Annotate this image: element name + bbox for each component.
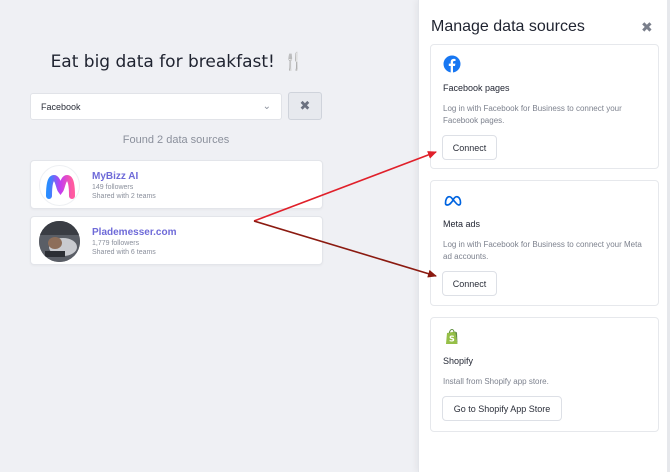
fork-knife-icon: 🍴: [283, 52, 305, 72]
manage-data-sources-panel: Manage data sources ✖ Facebook pages Log…: [418, 0, 670, 472]
avatar: [39, 221, 80, 262]
meta-icon: [444, 195, 462, 206]
connect-facebook-button[interactable]: Connect: [442, 135, 497, 160]
main-area: Eat big data for breakfast! 🍴 Facebook ⌄…: [0, 0, 418, 472]
select-value: Facebook: [41, 101, 81, 112]
source-type-select[interactable]: Facebook ⌄: [30, 93, 282, 120]
mybizz-logo-icon: [46, 174, 75, 199]
source-followers: 149 followers: [92, 184, 134, 191]
chevron-down-icon: ⌄: [262, 101, 271, 112]
avatar: [39, 165, 80, 206]
data-source-name: Meta ads: [443, 219, 481, 229]
source-followers: 1,779 followers: [92, 240, 140, 247]
page-headline: Eat big data for breakfast! 🍴: [0, 52, 355, 72]
source-name[interactable]: Plademesser.com: [92, 227, 177, 238]
plademesser-photo: [39, 221, 80, 262]
clear-button[interactable]: ✖: [288, 92, 322, 120]
panel-title: Manage data sources: [431, 18, 585, 35]
svg-text:S: S: [449, 335, 455, 344]
close-icon[interactable]: ✖: [641, 19, 653, 36]
data-source-card-facebook: Facebook pages Log in with Facebook for …: [430, 44, 659, 169]
facebook-icon: [443, 55, 461, 73]
data-source-description: Log in with Facebook for Business to con…: [443, 104, 622, 125]
data-source-name: Facebook pages: [443, 83, 510, 93]
data-source-description: Install from Shopify app store.: [443, 377, 549, 386]
data-source-card-meta: Meta ads Log in with Facebook for Busine…: [430, 180, 659, 306]
source-shared: Shared with 2 teams: [92, 193, 156, 200]
data-source-card-shopify: S Shopify Install from Shopify app store…: [430, 317, 659, 432]
source-shared: Shared with 6 teams: [92, 249, 156, 256]
data-source-name: Shopify: [443, 356, 474, 366]
connect-meta-button[interactable]: Connect: [442, 271, 497, 296]
source-card-mybizz[interactable]: MyBizz AI 149 followers Shared with 2 te…: [30, 160, 323, 209]
shopify-app-store-button[interactable]: Go to Shopify App Store: [442, 396, 562, 421]
source-name[interactable]: MyBizz AI: [92, 171, 138, 182]
close-icon: ✖: [299, 98, 311, 113]
found-count: Found 2 data sources: [122, 134, 230, 146]
data-source-description: Log in with Facebook for Business to con…: [443, 240, 642, 261]
shopify-icon: S: [446, 328, 458, 344]
source-card-plademesser[interactable]: Plademesser.com 1,779 followers Shared w…: [30, 216, 323, 265]
headline-text: Eat big data for breakfast!: [50, 52, 275, 72]
